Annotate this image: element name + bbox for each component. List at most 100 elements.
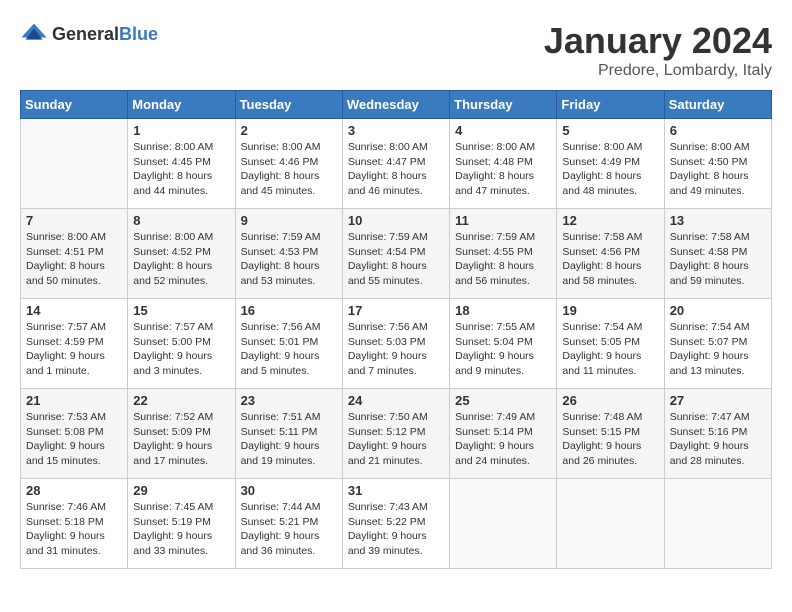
day-number: 30	[241, 483, 337, 498]
day-info: Sunrise: 7:54 AMSunset: 5:05 PMDaylight:…	[562, 320, 658, 379]
calendar-cell: 29 Sunrise: 7:45 AMSunset: 5:19 PMDayligh…	[128, 479, 235, 569]
day-info: Sunrise: 7:57 AMSunset: 5:00 PMDaylight:…	[133, 320, 229, 379]
calendar-cell: 22 Sunrise: 7:52 AMSunset: 5:09 PMDayligh…	[128, 389, 235, 479]
calendar-cell: 4 Sunrise: 8:00 AMSunset: 4:48 PMDaylight…	[450, 119, 557, 209]
calendar-cell: 24Sunrise: 7:50 AMSunset: 5:12 PMDayligh…	[342, 389, 449, 479]
day-number: 17	[348, 303, 444, 318]
calendar-cell: 7 Sunrise: 8:00 AMSunset: 4:51 PMDaylight…	[21, 209, 128, 299]
calendar-cell: 10 Sunrise: 7:59 AMSunset: 4:54 PMDayligh…	[342, 209, 449, 299]
logo-icon	[20, 20, 48, 48]
calendar-week-2: 7 Sunrise: 8:00 AMSunset: 4:51 PMDaylight…	[21, 209, 772, 299]
day-number: 22	[133, 393, 229, 408]
day-info: Sunrise: 8:00 AMSunset: 4:51 PMDaylight:…	[26, 230, 122, 289]
day-info: Sunrise: 8:00 AMSunset: 4:49 PMDaylight:…	[562, 140, 658, 199]
page-header: GeneralBlue January 2024 Predore, Lombar…	[20, 20, 772, 80]
calendar-cell: 18 Sunrise: 7:55 AMSunset: 5:04 PMDayligh…	[450, 299, 557, 389]
calendar-cell: 12Sunrise: 7:58 AMSunset: 4:56 PMDayligh…	[557, 209, 664, 299]
day-number: 5	[562, 123, 658, 138]
day-info: Sunrise: 7:59 AMSunset: 4:55 PMDaylight:…	[455, 230, 551, 289]
calendar-cell	[450, 479, 557, 569]
calendar-cell: 14Sunrise: 7:57 AMSunset: 4:59 PMDayligh…	[21, 299, 128, 389]
day-number: 25	[455, 393, 551, 408]
weekday-header-row: SundayMondayTuesdayWednesdayThursdayFrid…	[21, 91, 772, 119]
day-info: Sunrise: 8:00 AMSunset: 4:45 PMDaylight:…	[133, 140, 229, 199]
day-number: 7	[26, 213, 122, 228]
day-number: 24	[348, 393, 444, 408]
day-number: 1	[133, 123, 229, 138]
weekday-header-thursday: Thursday	[450, 91, 557, 119]
calendar-cell: 13 Sunrise: 7:58 AMSunset: 4:58 PMDayligh…	[664, 209, 771, 299]
weekday-header-friday: Friday	[557, 91, 664, 119]
calendar-cell: 19 Sunrise: 7:54 AMSunset: 5:05 PMDayligh…	[557, 299, 664, 389]
month-title: January 2024	[544, 20, 772, 62]
day-info: Sunrise: 7:59 AMSunset: 4:53 PMDaylight:…	[241, 230, 337, 289]
day-info: Sunrise: 7:52 AMSunset: 5:09 PMDaylight:…	[133, 410, 229, 469]
day-number: 15	[133, 303, 229, 318]
calendar-cell: 3Sunrise: 8:00 AMSunset: 4:47 PMDaylight…	[342, 119, 449, 209]
day-info: Sunrise: 7:46 AMSunset: 5:18 PMDaylight:…	[26, 500, 122, 559]
day-info: Sunrise: 7:55 AMSunset: 5:04 PMDaylight:…	[455, 320, 551, 379]
day-info: Sunrise: 7:53 AMSunset: 5:08 PMDaylight:…	[26, 410, 122, 469]
day-info: Sunrise: 7:56 AMSunset: 5:03 PMDaylight:…	[348, 320, 444, 379]
day-number: 27	[670, 393, 766, 408]
calendar-cell: 1 Sunrise: 8:00 AMSunset: 4:45 PMDaylight…	[128, 119, 235, 209]
calendar-cell: 23 Sunrise: 7:51 AMSunset: 5:11 PMDayligh…	[235, 389, 342, 479]
calendar-cell: 2 Sunrise: 8:00 AMSunset: 4:46 PMDaylight…	[235, 119, 342, 209]
calendar-table: SundayMondayTuesdayWednesdayThursdayFrid…	[20, 90, 772, 569]
calendar-cell	[557, 479, 664, 569]
calendar-cell	[664, 479, 771, 569]
calendar-cell: 8 Sunrise: 8:00 AMSunset: 4:52 PMDaylight…	[128, 209, 235, 299]
day-number: 23	[241, 393, 337, 408]
day-info: Sunrise: 7:43 AMSunset: 5:22 PMDaylight:…	[348, 500, 444, 559]
calendar-cell: 28 Sunrise: 7:46 AMSunset: 5:18 PMDayligh…	[21, 479, 128, 569]
day-info: Sunrise: 7:45 AMSunset: 5:19 PMDaylight:…	[133, 500, 229, 559]
day-info: Sunrise: 8:00 AMSunset: 4:52 PMDaylight:…	[133, 230, 229, 289]
day-number: 18	[455, 303, 551, 318]
day-number: 6	[670, 123, 766, 138]
calendar-cell: 26Sunrise: 7:48 AMSunset: 5:15 PMDayligh…	[557, 389, 664, 479]
weekday-header-monday: Monday	[128, 91, 235, 119]
day-number: 28	[26, 483, 122, 498]
day-info: Sunrise: 7:54 AMSunset: 5:07 PMDaylight:…	[670, 320, 766, 379]
day-number: 11	[455, 213, 551, 228]
day-info: Sunrise: 8:00 AMSunset: 4:48 PMDaylight:…	[455, 140, 551, 199]
day-number: 9	[241, 213, 337, 228]
calendar-cell: 9 Sunrise: 7:59 AMSunset: 4:53 PMDaylight…	[235, 209, 342, 299]
weekday-header-saturday: Saturday	[664, 91, 771, 119]
day-info: Sunrise: 7:44 AMSunset: 5:21 PMDaylight:…	[241, 500, 337, 559]
calendar-cell: 20 Sunrise: 7:54 AMSunset: 5:07 PMDayligh…	[664, 299, 771, 389]
day-info: Sunrise: 8:00 AMSunset: 4:50 PMDaylight:…	[670, 140, 766, 199]
day-number: 31	[348, 483, 444, 498]
calendar-cell: 6 Sunrise: 8:00 AMSunset: 4:50 PMDaylight…	[664, 119, 771, 209]
day-number: 13	[670, 213, 766, 228]
weekday-header-sunday: Sunday	[21, 91, 128, 119]
logo-general-text: General	[52, 24, 119, 44]
day-info: Sunrise: 7:59 AMSunset: 4:54 PMDaylight:…	[348, 230, 444, 289]
calendar-cell: 16 Sunrise: 7:56 AMSunset: 5:01 PMDayligh…	[235, 299, 342, 389]
calendar-cell: 27Sunrise: 7:47 AMSunset: 5:16 PMDayligh…	[664, 389, 771, 479]
day-number: 20	[670, 303, 766, 318]
day-info: Sunrise: 7:51 AMSunset: 5:11 PMDaylight:…	[241, 410, 337, 469]
day-number: 2	[241, 123, 337, 138]
calendar-week-3: 14Sunrise: 7:57 AMSunset: 4:59 PMDayligh…	[21, 299, 772, 389]
calendar-week-5: 28 Sunrise: 7:46 AMSunset: 5:18 PMDayligh…	[21, 479, 772, 569]
day-number: 4	[455, 123, 551, 138]
location-title: Predore, Lombardy, Italy	[544, 62, 772, 80]
day-info: Sunrise: 7:56 AMSunset: 5:01 PMDaylight:…	[241, 320, 337, 379]
calendar-week-4: 21 Sunrise: 7:53 AMSunset: 5:08 PMDayligh…	[21, 389, 772, 479]
weekday-header-tuesday: Tuesday	[235, 91, 342, 119]
title-block: January 2024 Predore, Lombardy, Italy	[544, 20, 772, 80]
day-number: 16	[241, 303, 337, 318]
day-number: 19	[562, 303, 658, 318]
calendar-cell: 17 Sunrise: 7:56 AMSunset: 5:03 PMDayligh…	[342, 299, 449, 389]
calendar-cell: 31 Sunrise: 7:43 AMSunset: 5:22 PMDayligh…	[342, 479, 449, 569]
day-info: Sunrise: 8:00 AMSunset: 4:46 PMDaylight:…	[241, 140, 337, 199]
day-info: Sunrise: 7:58 AMSunset: 4:58 PMDaylight:…	[670, 230, 766, 289]
day-number: 29	[133, 483, 229, 498]
day-number: 10	[348, 213, 444, 228]
day-number: 26	[562, 393, 658, 408]
day-number: 21	[26, 393, 122, 408]
day-number: 8	[133, 213, 229, 228]
calendar-week-1: 1 Sunrise: 8:00 AMSunset: 4:45 PMDaylight…	[21, 119, 772, 209]
weekday-header-wednesday: Wednesday	[342, 91, 449, 119]
